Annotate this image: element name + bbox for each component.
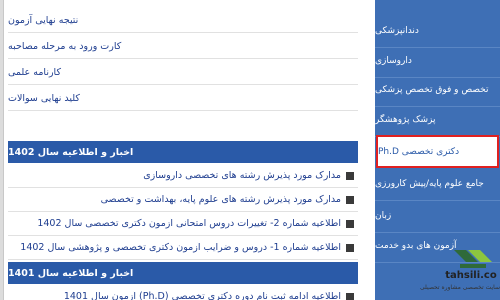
link-label[interactable]: نتیجه نهایی آزمون	[8, 15, 78, 26]
link-answer-key[interactable]: کلید نهایی سوالات	[8, 86, 358, 111]
sidebar-item-specialty-medicine[interactable]: تخصص و فوق تخصص پزشکی	[375, 74, 500, 107]
main-content: نتیجه نهایی آزمون کارت ورود به مرحله مصا…	[0, 0, 362, 300]
bullet-icon	[346, 171, 354, 180]
news-item[interactable]: اطلاعیه ادامه ثبت نام دوره دکتری تخصصی (…	[8, 285, 358, 300]
news-link[interactable]: مدارک مورد پذیرش رشته های تخصصی داروسازی	[143, 170, 341, 181]
sidebar-item-label[interactable]: دندانپزشکی	[375, 26, 419, 36]
sidebar-item-basic-sciences[interactable]: جامع علوم پایه/پیش کارورزی	[375, 168, 500, 201]
news-item[interactable]: اطلاعیه شماره 1- دروس و ضرایب آزمون دکتر…	[8, 236, 358, 260]
bullet-icon	[346, 219, 354, 228]
watermark-tagline: سایت تخصصی مشاوره تحصیلی	[420, 284, 500, 291]
news-link[interactable]: اطلاعیه شماره 2- تغییرات دروس امتحانی آز…	[37, 218, 341, 229]
sidebar-item-label[interactable]: داروسازی	[375, 56, 412, 66]
link-final-result[interactable]: نتیجه نهایی آزمون	[8, 8, 358, 33]
link-label[interactable]: کلید نهایی سوالات	[8, 93, 80, 104]
sidebar-item-phd[interactable]: دکتری تخصصی Ph.D	[376, 135, 499, 168]
news-item[interactable]: مدارک مورد پذیرش رشته های تخصصی داروسازی	[8, 164, 358, 188]
sidebar-item-language[interactable]: زبان	[375, 200, 500, 233]
sidebar-item-label[interactable]: زبان	[375, 211, 391, 221]
scrollbar[interactable]	[0, 0, 4, 300]
section-title: اخبار و اطلاعیه سال 1401	[8, 267, 134, 279]
link-label[interactable]: کارت ورود به مرحله مصاحبه	[8, 41, 121, 52]
watermark-brand: tahsili.co	[445, 270, 497, 281]
news-item[interactable]: مدارک مورد پذیرش رشته های علوم پایه، بهد…	[8, 188, 358, 212]
bullet-icon	[346, 195, 354, 204]
section-header-1401: اخبار و اطلاعیه سال 1401	[8, 262, 358, 284]
sidebar-item-dentistry[interactable]: دندانپزشکی	[375, 15, 500, 48]
sidebar-item-label[interactable]: جامع علوم پایه/پیش کارورزی	[375, 179, 484, 189]
section-header-1402: اخبار و اطلاعیه سال 1402	[8, 141, 358, 163]
sidebar-item-physician-researcher[interactable]: پزشک پژوهشگر	[375, 104, 500, 137]
news-link[interactable]: مدارک مورد پذیرش رشته های علوم پایه، بهد…	[101, 194, 341, 205]
bullet-icon	[346, 292, 354, 300]
news-item[interactable]: اطلاعیه شماره 2- تغییرات دروس امتحانی آز…	[8, 212, 358, 236]
news-link[interactable]: اطلاعیه ادامه ثبت نام دوره دکتری تخصصی (…	[64, 291, 341, 300]
section-title: اخبار و اطلاعیه سال 1402	[8, 146, 134, 158]
sidebar-item-label[interactable]: دکتری تخصصی Ph.D	[378, 147, 459, 157]
link-score-report[interactable]: کارنامه علمی	[8, 60, 358, 85]
sidebar-item-label[interactable]: پزشک پژوهشگر	[375, 115, 435, 125]
bullet-icon	[346, 243, 354, 252]
link-label[interactable]: کارنامه علمی	[8, 67, 61, 78]
news-link[interactable]: اطلاعیه شماره 1- دروس و ضرایب آزمون دکتر…	[20, 242, 341, 253]
sidebar-item-label[interactable]: تخصص و فوق تخصص پزشکی	[375, 85, 489, 95]
link-interview-card[interactable]: کارت ورود به مرحله مصاحبه	[8, 34, 358, 59]
column-gutter	[362, 0, 375, 300]
